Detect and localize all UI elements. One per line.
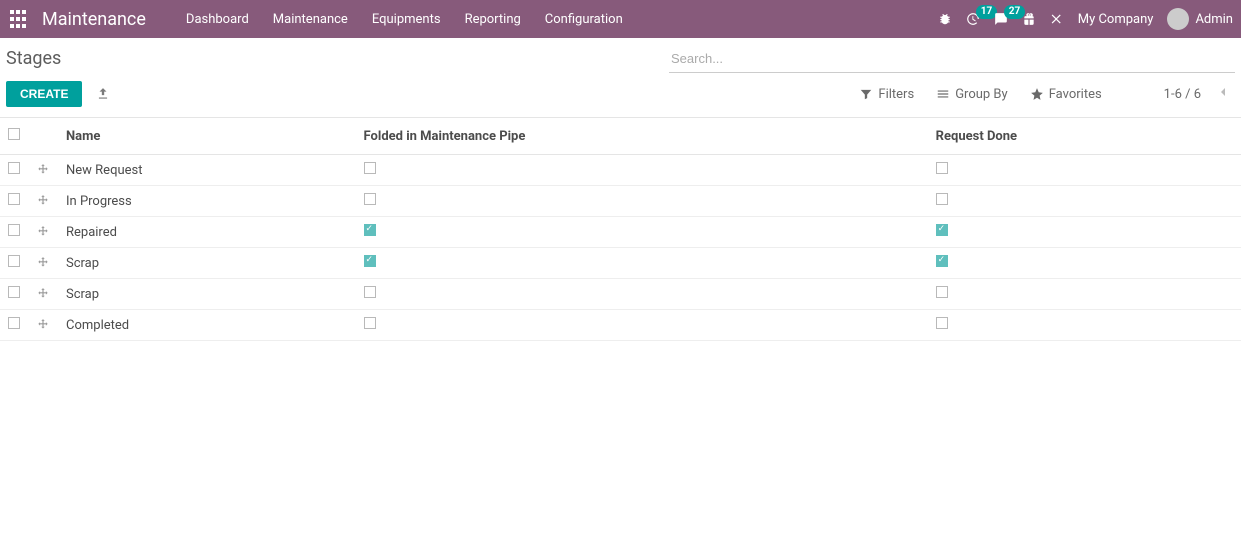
- app-brand[interactable]: Maintenance: [42, 9, 146, 30]
- done-checkbox[interactable]: [936, 162, 948, 174]
- table-row[interactable]: In Progress: [0, 186, 1241, 217]
- table-row[interactable]: Scrap: [0, 279, 1241, 310]
- done-checkbox[interactable]: [936, 224, 948, 236]
- drag-handle-icon[interactable]: [36, 256, 50, 271]
- row-checkbox[interactable]: [8, 286, 20, 298]
- favorites-label: Favorites: [1049, 87, 1102, 102]
- control-panel: Stages CREATE Filters Group By Favorites…: [0, 38, 1241, 118]
- nav-equipments[interactable]: Equipments: [360, 2, 453, 37]
- create-button[interactable]: CREATE: [6, 81, 82, 107]
- filters-label: Filters: [878, 87, 914, 102]
- nav-maintenance[interactable]: Maintenance: [261, 2, 360, 37]
- row-checkbox[interactable]: [8, 317, 20, 329]
- company-switcher[interactable]: My Company: [1078, 12, 1154, 27]
- nav-dashboard[interactable]: Dashboard: [174, 2, 261, 37]
- list-icon: [936, 87, 950, 101]
- navbar: Maintenance Dashboard Maintenance Equipm…: [0, 0, 1241, 38]
- cell-name: In Progress: [58, 186, 356, 217]
- pager-text: 1-6 / 6: [1164, 87, 1201, 102]
- folded-checkbox[interactable]: [364, 224, 376, 236]
- table-row[interactable]: Scrap: [0, 248, 1241, 279]
- done-checkbox[interactable]: [936, 317, 948, 329]
- folded-checkbox[interactable]: [364, 286, 376, 298]
- stages-table: Name Folded in Maintenance Pipe Request …: [0, 118, 1241, 341]
- favorites-button[interactable]: Favorites: [1030, 87, 1102, 102]
- gift-icon[interactable]: [1022, 12, 1036, 26]
- apps-icon[interactable]: [8, 9, 28, 29]
- cell-name: New Request: [58, 155, 356, 186]
- cell-name: Scrap: [58, 248, 356, 279]
- user-menu[interactable]: Admin: [1167, 8, 1233, 30]
- folded-checkbox[interactable]: [364, 255, 376, 267]
- nav-links: Dashboard Maintenance Equipments Reporti…: [174, 2, 635, 37]
- groupby-label: Group By: [955, 87, 1008, 102]
- table-row[interactable]: Completed: [0, 310, 1241, 341]
- messages-icon[interactable]: 27: [994, 12, 1008, 26]
- page-title: Stages: [6, 44, 61, 73]
- nav-reporting[interactable]: Reporting: [453, 2, 533, 37]
- cell-name: Completed: [58, 310, 356, 341]
- col-name[interactable]: Name: [58, 118, 356, 155]
- table-row[interactable]: New Request: [0, 155, 1241, 186]
- filter-icon: [859, 87, 873, 101]
- avatar: [1167, 8, 1189, 30]
- drag-handle-icon[interactable]: [36, 287, 50, 302]
- row-checkbox[interactable]: [8, 193, 20, 205]
- bug-icon[interactable]: [938, 12, 952, 26]
- folded-checkbox[interactable]: [364, 317, 376, 329]
- drag-handle-icon[interactable]: [36, 163, 50, 178]
- nav-configuration[interactable]: Configuration: [533, 2, 635, 37]
- row-checkbox[interactable]: [8, 162, 20, 174]
- col-folded[interactable]: Folded in Maintenance Pipe: [356, 118, 928, 155]
- close-icon[interactable]: [1050, 12, 1064, 26]
- activity-icon[interactable]: 17: [966, 12, 980, 26]
- drag-handle-icon[interactable]: [36, 225, 50, 240]
- systray: 17 27 My Company Admin: [938, 8, 1233, 30]
- pager-prev[interactable]: [1211, 84, 1235, 104]
- done-checkbox[interactable]: [936, 193, 948, 205]
- search-input[interactable]: [669, 45, 1235, 73]
- row-checkbox[interactable]: [8, 224, 20, 236]
- select-all-checkbox[interactable]: [8, 128, 20, 140]
- drag-handle-icon[interactable]: [36, 194, 50, 209]
- folded-checkbox[interactable]: [364, 193, 376, 205]
- folded-checkbox[interactable]: [364, 162, 376, 174]
- filters-button[interactable]: Filters: [859, 87, 914, 102]
- groupby-button[interactable]: Group By: [936, 87, 1008, 102]
- table-row[interactable]: Repaired: [0, 217, 1241, 248]
- done-checkbox[interactable]: [936, 255, 948, 267]
- cell-name: Repaired: [58, 217, 356, 248]
- star-icon: [1030, 87, 1044, 101]
- drag-handle-icon[interactable]: [36, 318, 50, 333]
- cell-name: Scrap: [58, 279, 356, 310]
- done-checkbox[interactable]: [936, 286, 948, 298]
- col-done[interactable]: Request Done: [928, 118, 1241, 155]
- row-checkbox[interactable]: [8, 255, 20, 267]
- pager: 1-6 / 6: [1164, 84, 1235, 104]
- import-button[interactable]: [96, 87, 110, 102]
- user-name: Admin: [1195, 12, 1233, 27]
